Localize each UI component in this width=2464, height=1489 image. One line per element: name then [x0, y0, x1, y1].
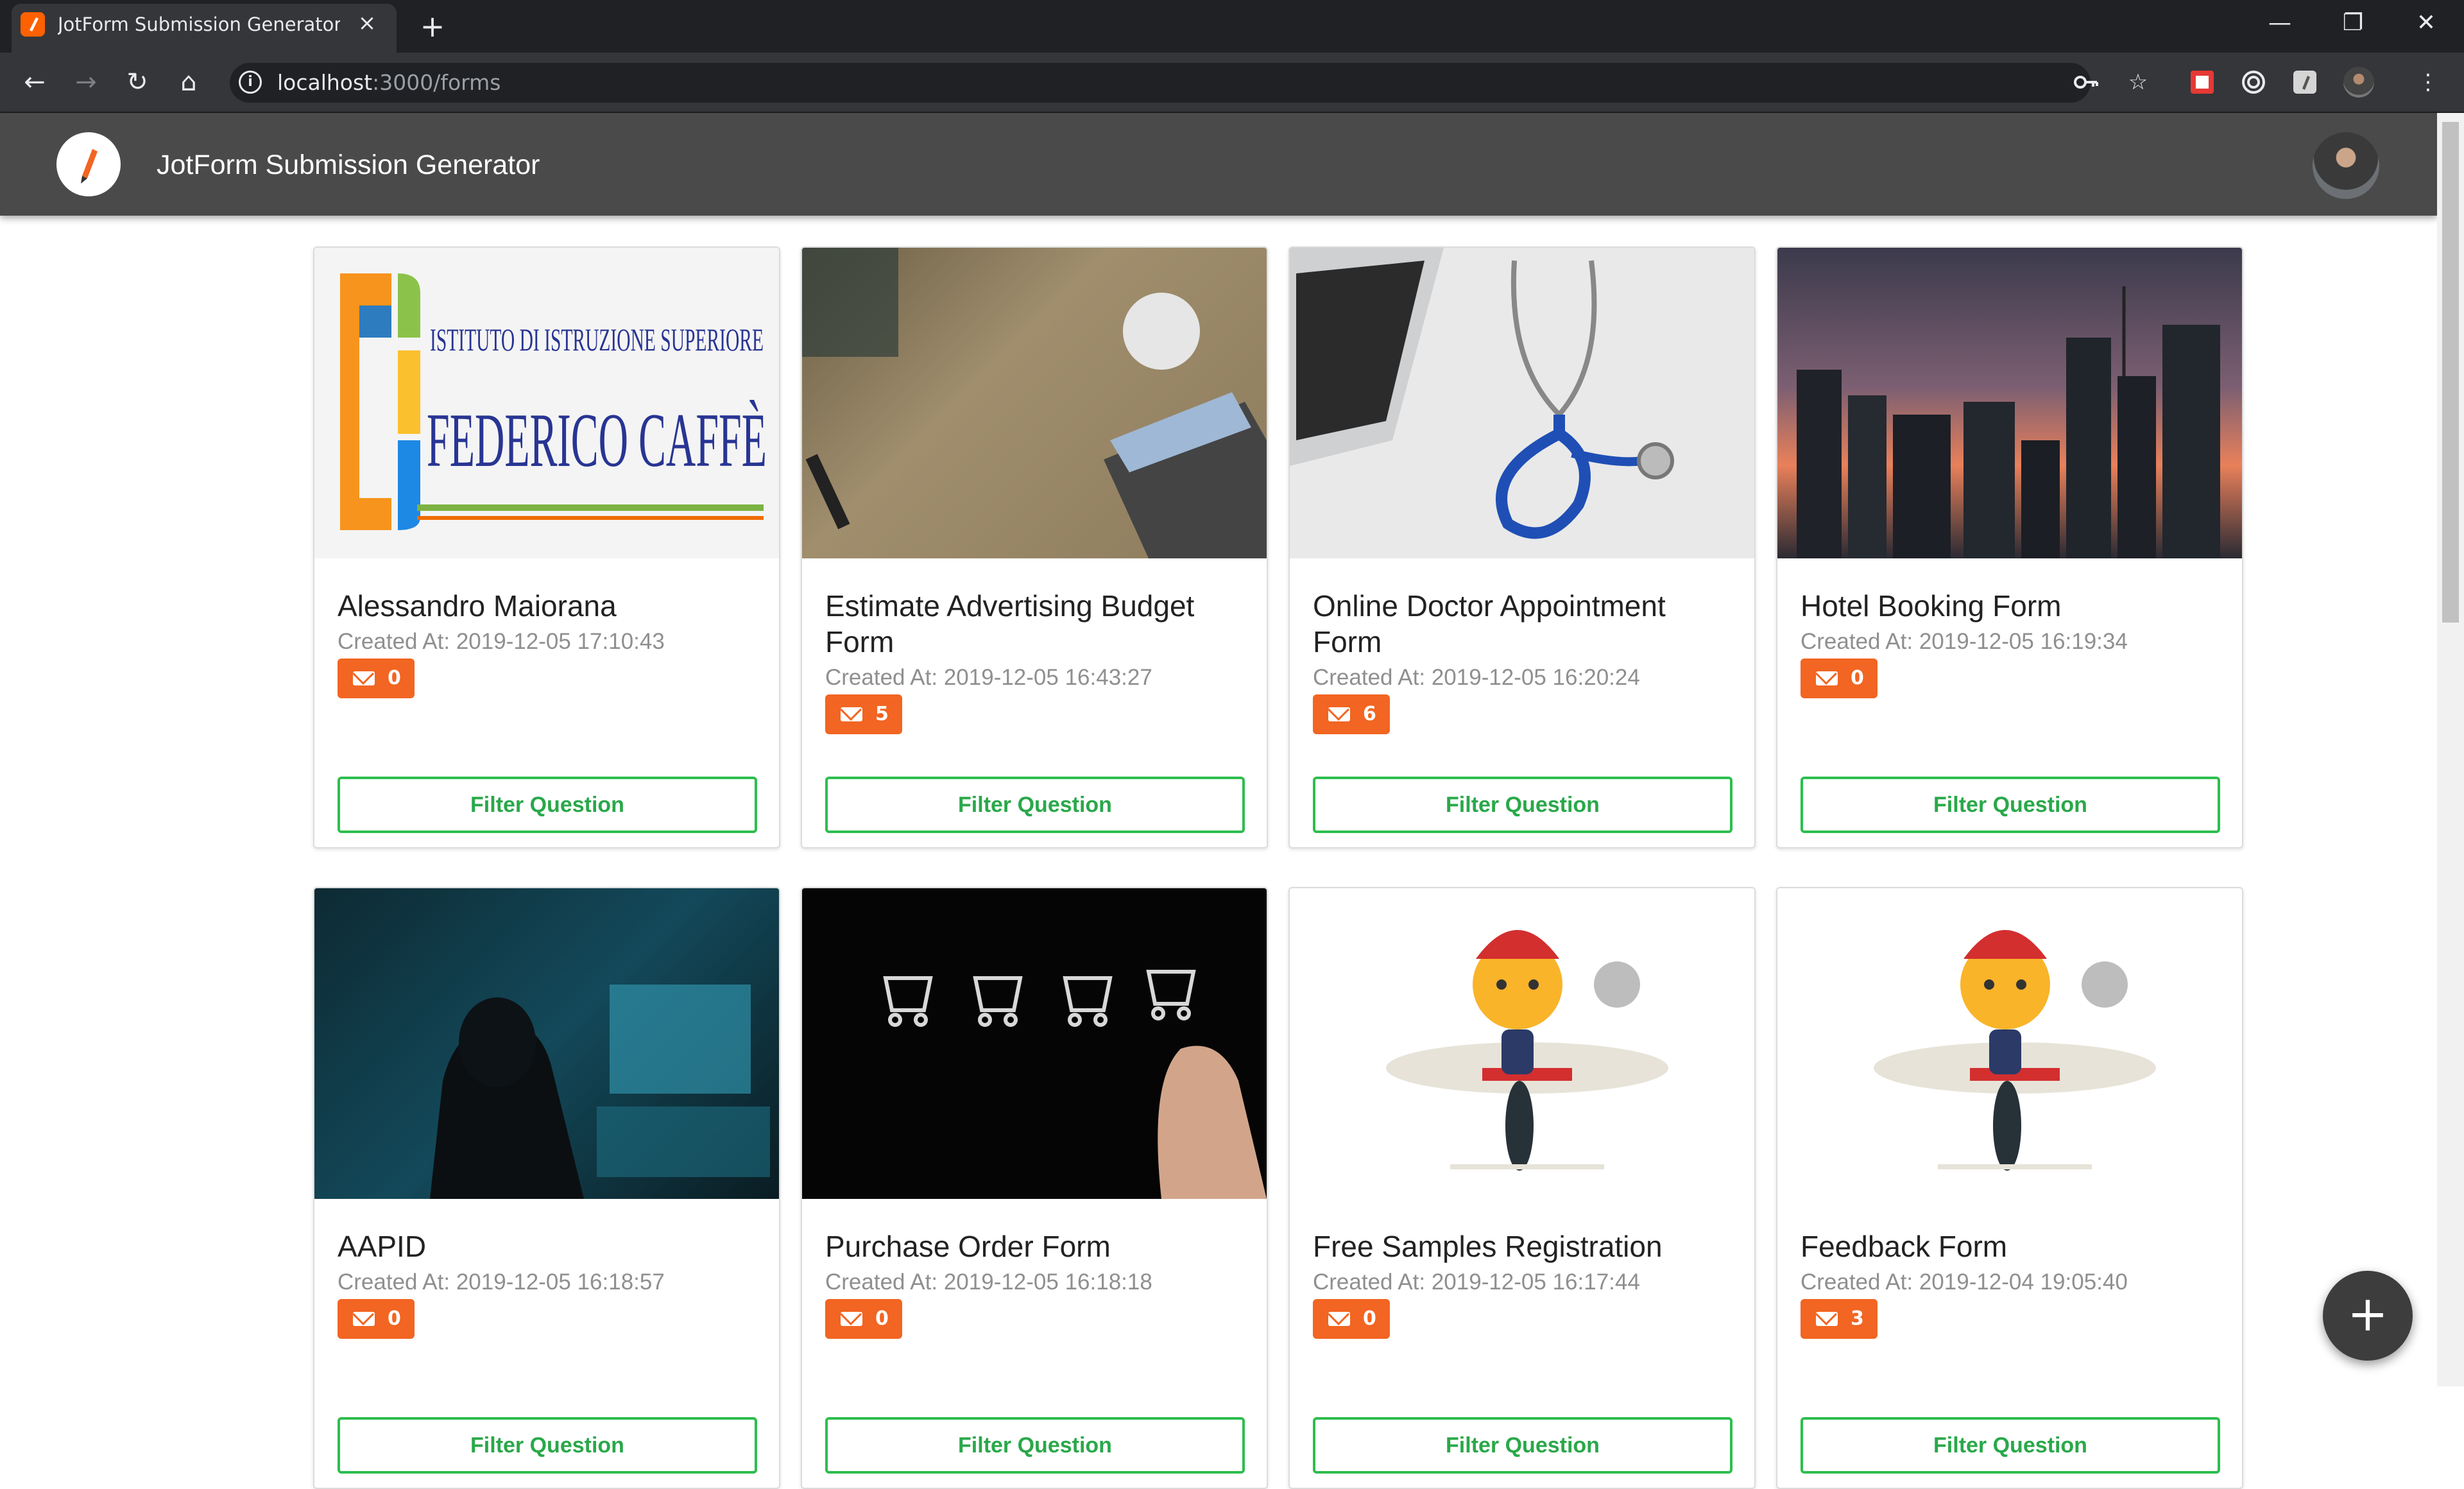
submission-count-badge[interactable]: 3 [1801, 1299, 1878, 1339]
form-image-cat-bicycle [1290, 888, 1754, 1199]
envelope-icon [1816, 671, 1838, 685]
user-avatar[interactable] [2313, 132, 2379, 199]
submission-count-badge[interactable]: 6 [1313, 694, 1390, 734]
key-icon[interactable] [2071, 67, 2102, 98]
form-title: Feedback Form [1801, 1230, 2008, 1263]
window-close-button[interactable]: ✕ [2391, 0, 2461, 46]
form-card: Purchase Order Form Created At: 2019-12-… [801, 887, 1268, 1489]
form-card: Free Samples Registration Created At: 20… [1288, 887, 1756, 1489]
filter-question-button[interactable]: Filter Question [1801, 777, 2220, 833]
submission-count-badge[interactable]: 0 [338, 1299, 415, 1339]
tab-close-icon[interactable]: × [354, 10, 380, 36]
submission-count-badge[interactable]: 0 [338, 658, 415, 698]
new-tab-button[interactable]: + [415, 9, 450, 45]
submission-count-badge[interactable]: 0 [1801, 658, 1878, 698]
form-created-at: Created At: 2019-12-04 19:05:40 [1801, 1270, 2128, 1295]
form-title: AAPID [338, 1230, 427, 1263]
filter-question-button[interactable]: Filter Question [338, 777, 757, 833]
reload-button[interactable]: ↻ [119, 64, 155, 100]
envelope-icon [353, 671, 375, 685]
form-title: Purchase Order Form [825, 1230, 1111, 1263]
form-card: Estimate Advertising Budget Form Created… [801, 246, 1268, 848]
form-image-city-skyline [1777, 248, 2242, 558]
form-image-stethoscope [1290, 248, 1754, 558]
form-image-school-logo: ISTITUTO DI ISTRUZIONE SUPERIORE FEDERIC… [314, 248, 779, 558]
school-logo-line2: FEDERICO CAFFÈ [427, 397, 767, 483]
envelope-icon [1328, 1312, 1350, 1326]
form-image-shopping-carts [802, 888, 1267, 1199]
submission-count-badge[interactable]: 0 [1313, 1299, 1390, 1339]
envelope-icon [841, 1312, 862, 1326]
envelope-icon [1816, 1312, 1838, 1326]
form-card: AAPID Created At: 2019-12-05 16:18:57 0 … [313, 887, 780, 1489]
form-image-cat-bicycle [1777, 888, 2242, 1199]
form-card: ISTITUTO DI ISTRUZIONE SUPERIORE FEDERIC… [313, 246, 780, 848]
submission-count-badge[interactable]: 5 [825, 694, 902, 734]
form-image-desk-laptop [802, 248, 1267, 558]
scrollbar-thumb[interactable] [2442, 122, 2459, 623]
extension-red-icon[interactable] [2187, 67, 2218, 98]
filter-question-button[interactable]: Filter Question [825, 1417, 1245, 1474]
form-card: Online Doctor Appointment Form Created A… [1288, 246, 1756, 848]
back-button[interactable]: ← [17, 64, 53, 100]
menu-kebab-icon[interactable]: ⋮ [2413, 67, 2443, 98]
form-created-at: Created At: 2019-12-05 16:20:24 [1313, 665, 1640, 690]
url-text[interactable]: localhost:3000/forms [277, 68, 501, 98]
profile-avatar-icon[interactable] [2343, 67, 2374, 98]
form-card: Feedback Form Created At: 2019-12-04 19:… [1776, 887, 2243, 1489]
form-card: Hotel Booking Form Created At: 2019-12-0… [1776, 246, 2243, 848]
bookmark-star-icon[interactable]: ☆ [2123, 67, 2153, 98]
filter-question-button[interactable]: Filter Question [825, 777, 1245, 833]
filter-question-button[interactable]: Filter Question [1313, 777, 1733, 833]
form-title: Hotel Booking Form [1801, 589, 2062, 623]
browser-tab-title: JotForm Submission Generator [58, 13, 340, 35]
envelope-icon [353, 1312, 375, 1326]
form-title: Estimate Advertising Budget Form [825, 589, 1195, 658]
form-created-at: Created At: 2019-12-05 16:18:18 [825, 1270, 1152, 1295]
filter-question-button[interactable]: Filter Question [338, 1417, 757, 1474]
restore-button[interactable]: ❐ [2318, 0, 2388, 46]
forward-button[interactable]: → [68, 64, 104, 100]
form-title: Online Doctor Appointment Form [1313, 589, 1666, 658]
form-created-at: Created At: 2019-12-05 16:17:44 [1313, 1270, 1640, 1295]
jotform-favicon-icon [21, 12, 45, 37]
filter-question-button[interactable]: Filter Question [1801, 1417, 2220, 1474]
form-image-hacker [314, 888, 779, 1199]
app-logo-icon[interactable] [56, 132, 121, 196]
form-created-at: Created At: 2019-12-05 16:18:57 [338, 1270, 665, 1295]
extension-jotform-icon[interactable] [2289, 67, 2320, 98]
envelope-icon [1328, 707, 1350, 721]
form-title: Alessandro Maiorana [338, 589, 617, 623]
form-created-at: Created At: 2019-12-05 16:43:27 [825, 665, 1152, 690]
filter-question-button[interactable]: Filter Question [1313, 1417, 1733, 1474]
form-title: Free Samples Registration [1313, 1230, 1663, 1263]
address-bar[interactable] [230, 63, 2091, 103]
school-logo-line1: ISTITUTO DI ISTRUZIONE SUPERIORE [430, 322, 764, 357]
extension-target-icon[interactable] [2238, 67, 2269, 98]
minimize-button[interactable]: — [2245, 0, 2315, 46]
add-form-button[interactable]: + [2323, 1271, 2413, 1361]
submission-count-badge[interactable]: 0 [825, 1299, 902, 1339]
site-info-icon[interactable]: i [239, 71, 262, 94]
app-title: JotForm Submission Generator [157, 150, 540, 180]
envelope-icon [841, 707, 862, 721]
home-button[interactable]: ⌂ [171, 64, 207, 100]
form-created-at: Created At: 2019-12-05 17:10:43 [338, 629, 665, 654]
form-created-at: Created At: 2019-12-05 16:19:34 [1801, 629, 2128, 654]
